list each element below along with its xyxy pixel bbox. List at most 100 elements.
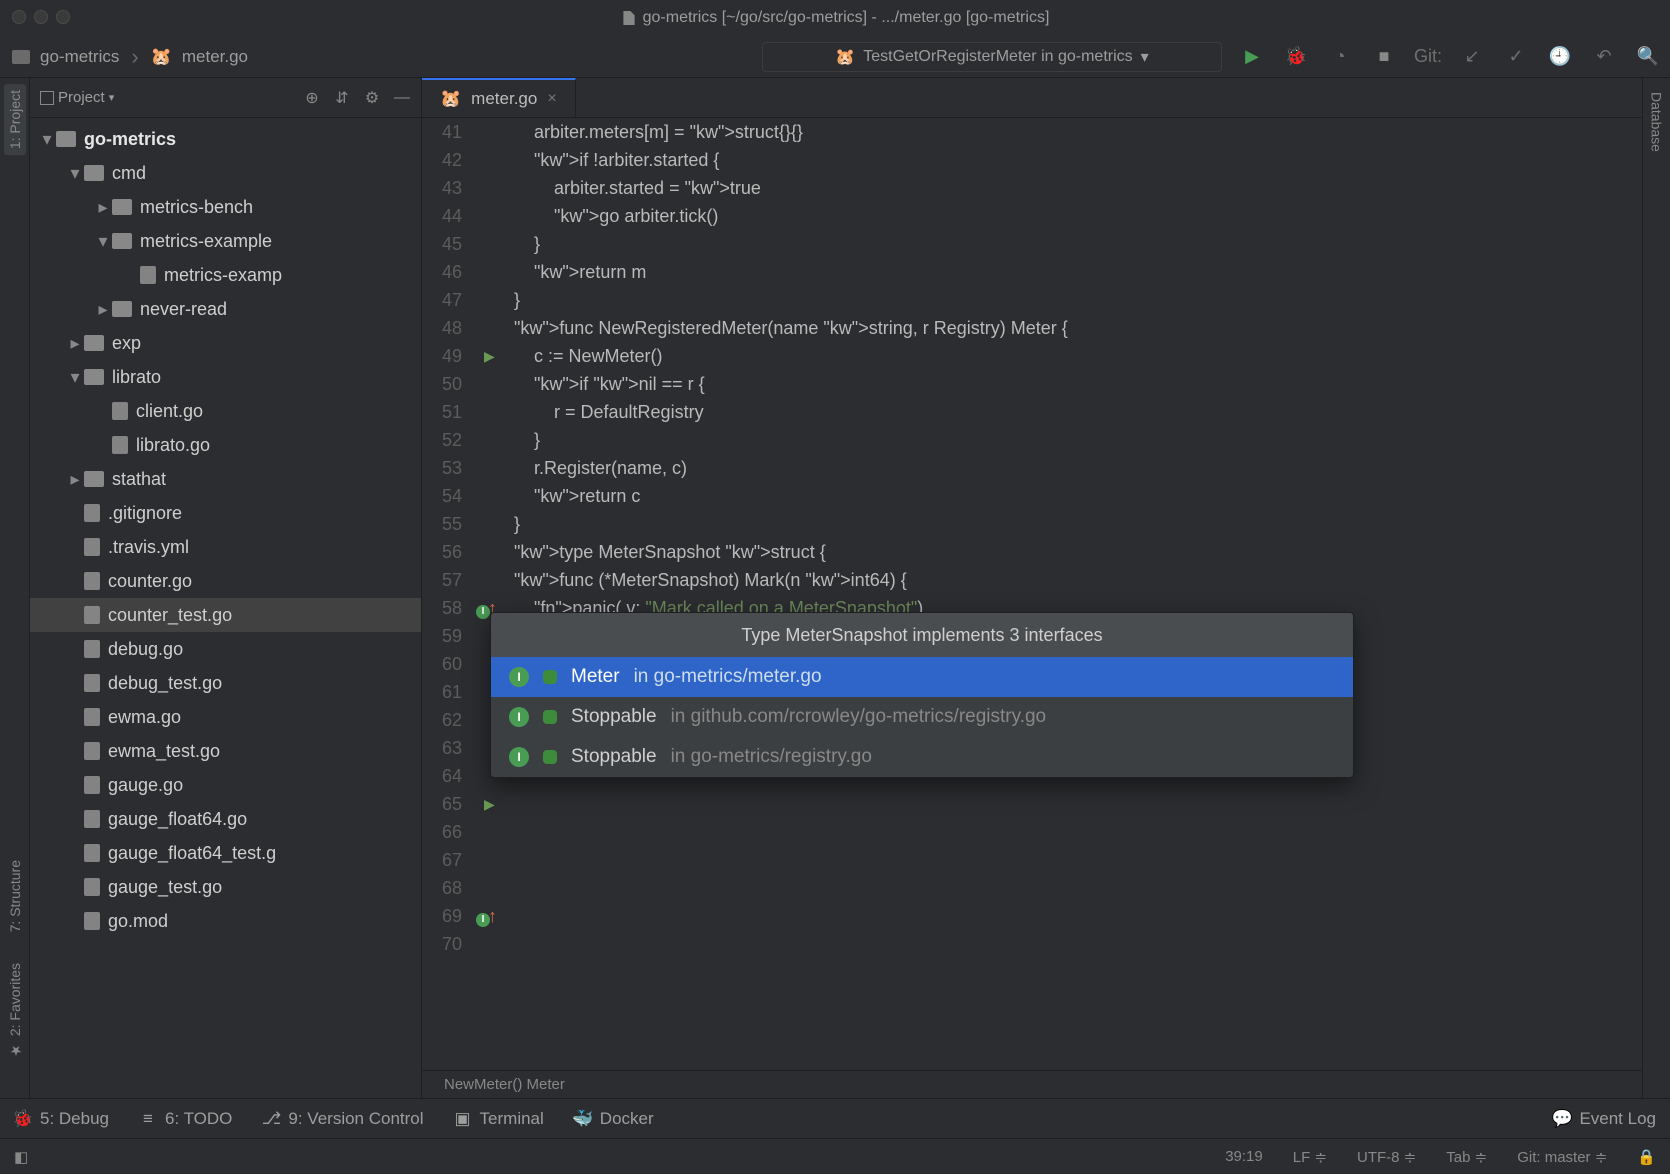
popup-item[interactable]: IStoppable in go-metrics/registry.go — [491, 737, 1353, 777]
tool-tab-todo[interactable]: ≡6: TODO — [139, 1109, 232, 1129]
line-number[interactable]: 64 — [422, 762, 462, 790]
code-line[interactable]: c := NewMeter() — [514, 342, 1642, 370]
line-number[interactable]: 55 — [422, 510, 462, 538]
line-number[interactable]: 59 — [422, 622, 462, 650]
line-number[interactable]: 63 — [422, 734, 462, 762]
line-separator[interactable]: LF ≑ — [1293, 1148, 1327, 1166]
code-line[interactable]: arbiter.meters[m] = "kw">struct{}{} — [514, 118, 1642, 146]
expand-all-icon[interactable]: ⇵ — [333, 89, 351, 107]
lock-icon[interactable]: 🔒 — [1637, 1148, 1656, 1166]
editor[interactable]: 4142434445464748495051525354555657585960… — [422, 118, 1642, 1070]
vcs-history-icon[interactable]: 🕘 — [1550, 47, 1570, 67]
gutter-icons[interactable]: ▶I↑▶I↑ — [476, 118, 514, 1070]
code-line[interactable]: "kw">go arbiter.tick() — [514, 202, 1642, 230]
vcs-commit-icon[interactable]: ✓ — [1506, 47, 1526, 67]
tree-row[interactable]: ▸metrics-bench — [30, 190, 421, 224]
code-line[interactable]: "kw">return m — [514, 258, 1642, 286]
line-number[interactable]: 53 — [422, 454, 462, 482]
line-number[interactable]: 68 — [422, 874, 462, 902]
code-line[interactable]: } — [514, 510, 1642, 538]
tree-row[interactable]: gauge.go — [30, 768, 421, 802]
popup-item[interactable]: IMeter in go-metrics/meter.go — [491, 657, 1353, 697]
line-number[interactable]: 58 — [422, 594, 462, 622]
tree-row[interactable]: counter.go — [30, 564, 421, 598]
line-number[interactable]: 46 — [422, 258, 462, 286]
code-line[interactable]: "kw">func (*MeterSnapshot) Mark(n "kw">i… — [514, 566, 1642, 594]
tree-row[interactable]: librato.go — [30, 428, 421, 462]
tool-tab-favorites[interactable]: ★ 2: Favorites — [7, 963, 23, 1058]
hide-icon[interactable]: — — [393, 89, 411, 107]
line-number[interactable]: 44 — [422, 202, 462, 230]
coverage-icon[interactable]: ◔ — [1330, 47, 1350, 67]
line-number[interactable]: 45 — [422, 230, 462, 258]
line-number[interactable]: 42 — [422, 146, 462, 174]
tree-row[interactable]: ▾ go-metrics — [30, 122, 421, 156]
code-line[interactable]: r.Register(name, c) — [514, 454, 1642, 482]
code-line[interactable]: r = DefaultRegistry — [514, 398, 1642, 426]
code-line[interactable]: } — [514, 286, 1642, 314]
tool-tab-database[interactable]: Database — [1647, 88, 1667, 156]
chevron-down-icon[interactable]: ▾ — [96, 234, 110, 248]
tool-tab-structure[interactable]: 7: Structure — [7, 860, 23, 932]
tree-row[interactable]: .travis.yml — [30, 530, 421, 564]
line-number[interactable]: 61 — [422, 678, 462, 706]
line-number[interactable]: 56 — [422, 538, 462, 566]
run-config-selector[interactable]: 🐹 TestGetOrRegisterMeter in go-metrics ▾ — [762, 42, 1222, 72]
debug-icon[interactable]: 🐞 — [1286, 47, 1306, 67]
line-number[interactable]: 41 — [422, 118, 462, 146]
line-number[interactable]: 60 — [422, 650, 462, 678]
tree-row[interactable]: ▾librato — [30, 360, 421, 394]
breadcrumb-project[interactable]: go-metrics — [40, 47, 119, 67]
close-dot[interactable] — [12, 10, 26, 24]
tool-window-toggle-icon[interactable]: ◧ — [14, 1148, 28, 1166]
line-number[interactable]: 57 — [422, 566, 462, 594]
tree-row[interactable]: gauge_float64.go — [30, 802, 421, 836]
chevron-right-icon[interactable]: ▸ — [68, 472, 82, 486]
chevron-right-icon[interactable]: ▸ — [96, 302, 110, 316]
tool-tab-terminal[interactable]: ▣Terminal — [454, 1109, 544, 1129]
line-number[interactable]: 47 — [422, 286, 462, 314]
run-icon[interactable]: ▶ — [1242, 47, 1262, 67]
tree-row[interactable]: ▾cmd — [30, 156, 421, 190]
tool-tab-docker[interactable]: 🐳Docker — [574, 1109, 654, 1129]
tree-row[interactable]: ewma.go — [30, 700, 421, 734]
line-number[interactable]: 70 — [422, 930, 462, 958]
tree-row[interactable]: client.go — [30, 394, 421, 428]
tree-row[interactable]: .gitignore — [30, 496, 421, 530]
vcs-update-icon[interactable]: ↙ — [1462, 47, 1482, 67]
chevron-down-icon[interactable]: ▾ — [68, 370, 82, 384]
chevron-right-icon[interactable]: ▸ — [68, 336, 82, 350]
editor-breadcrumb[interactable]: NewMeter() Meter — [422, 1070, 1642, 1098]
chevron-down-icon[interactable]: ▾ — [68, 166, 82, 180]
code-line[interactable]: "kw">if "kw">nil == r { — [514, 370, 1642, 398]
chevron-down-icon[interactable]: ▾ — [40, 132, 54, 146]
line-number[interactable]: 65 — [422, 790, 462, 818]
tree-row[interactable]: counter_test.go — [30, 598, 421, 632]
line-number[interactable]: 67 — [422, 846, 462, 874]
file-encoding[interactable]: UTF-8 ≑ — [1357, 1148, 1416, 1166]
search-icon[interactable]: 🔍 — [1638, 47, 1658, 67]
implements-gutter-icon[interactable]: I↑ — [476, 902, 514, 930]
project-tree[interactable]: ▾ go-metrics ▾cmd▸metrics-bench▾metrics-… — [30, 118, 421, 1098]
run-gutter-icon[interactable]: ▶ — [476, 342, 514, 370]
breadcrumb-file[interactable]: meter.go — [182, 47, 248, 67]
minimize-dot[interactable] — [34, 10, 48, 24]
popup-item[interactable]: IStoppable in github.com/rcrowley/go-met… — [491, 697, 1353, 737]
git-branch[interactable]: Git: master ≑ — [1517, 1148, 1607, 1166]
tree-row[interactable]: debug.go — [30, 632, 421, 666]
line-number[interactable]: 54 — [422, 482, 462, 510]
tree-row[interactable]: debug_test.go — [30, 666, 421, 700]
vcs-revert-icon[interactable]: ↶ — [1594, 47, 1614, 67]
tool-tab-debug[interactable]: 🐞5: Debug — [14, 1109, 109, 1129]
cursor-position[interactable]: 39:19 — [1225, 1148, 1263, 1165]
line-number[interactable]: 48 — [422, 314, 462, 342]
tree-row[interactable]: ▸never-read — [30, 292, 421, 326]
gear-icon[interactable]: ⚙ — [363, 89, 381, 107]
tree-row[interactable]: gauge_test.go — [30, 870, 421, 904]
locate-icon[interactable]: ⊕ — [303, 89, 321, 107]
chevron-right-icon[interactable]: ▸ — [96, 200, 110, 214]
line-number[interactable]: 66 — [422, 818, 462, 846]
tool-tab-vcs[interactable]: ⎇9: Version Control — [262, 1109, 423, 1129]
line-number[interactable]: 50 — [422, 370, 462, 398]
line-number[interactable]: 52 — [422, 426, 462, 454]
